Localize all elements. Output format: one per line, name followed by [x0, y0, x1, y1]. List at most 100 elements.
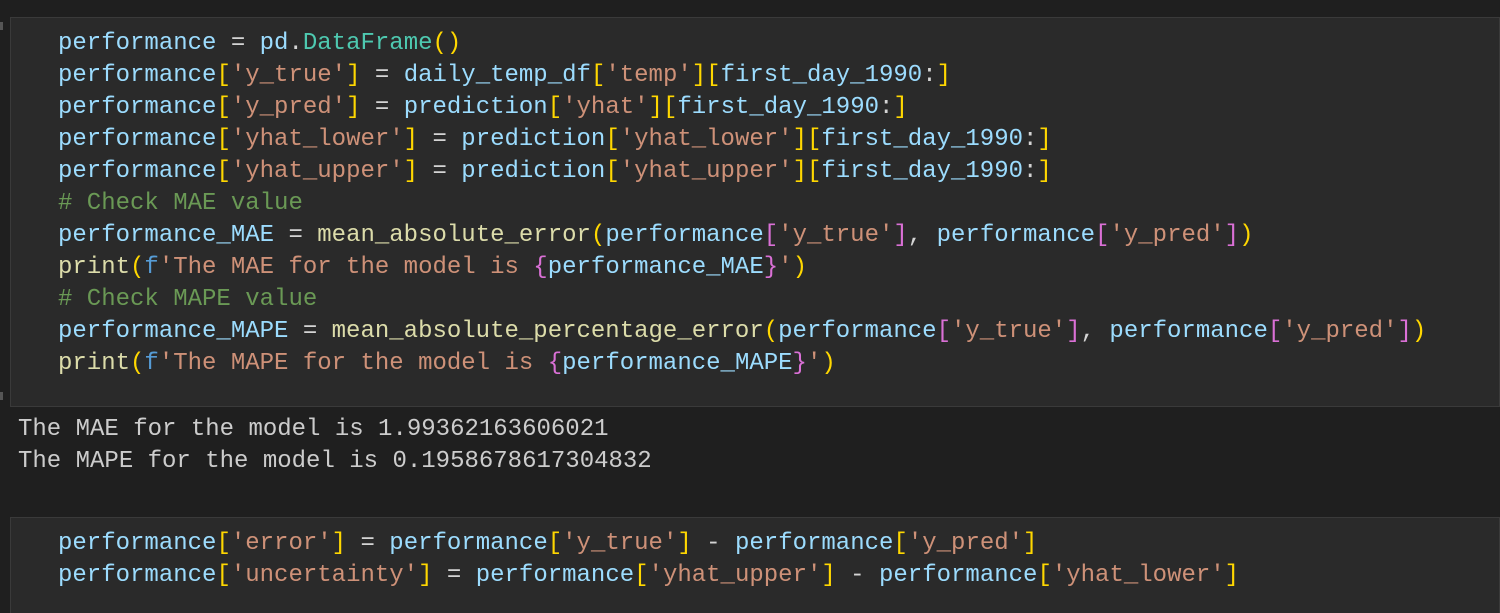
code-token: 'temp'	[605, 62, 692, 89]
code-cell-1-editor[interactable]: performance = pd.DataFrame() performance[…	[58, 28, 1426, 380]
code-token: ]	[893, 222, 908, 249]
code-token: performance	[58, 62, 217, 89]
code-token: 'uncertainty'	[230, 562, 419, 589]
code-token: # Check MAE value	[58, 190, 303, 217]
code-token: =	[346, 530, 390, 557]
code-token: ]	[346, 94, 361, 121]
code-token: }	[763, 254, 779, 281]
code-token: performance	[936, 222, 1096, 249]
code-token: =	[432, 562, 476, 589]
code-token: performance	[475, 562, 635, 589]
code-token: 'yhat_lower'	[619, 126, 793, 153]
code-token: performance	[734, 530, 894, 557]
code-token: [	[1037, 562, 1052, 589]
code-token: performance_MAPE	[58, 318, 289, 345]
code-token: =	[216, 30, 260, 57]
code-token: 'y_true'	[230, 62, 347, 89]
code-line[interactable]: performance_MAPE = mean_absolute_percent…	[58, 316, 1426, 348]
code-token: [	[605, 158, 620, 185]
code-token: )	[792, 254, 807, 281]
code-token: ]	[1066, 318, 1081, 345]
code-token: prediction	[461, 158, 606, 185]
code-token: '	[806, 350, 822, 377]
code-token: ]	[1397, 318, 1412, 345]
code-line[interactable]: performance['y_true'] = daily_temp_df['t…	[58, 60, 1426, 92]
code-token: [	[216, 562, 231, 589]
output-line-mae: The MAE for the model is 1.9936216360602…	[18, 416, 609, 443]
code-token: first_day_1990	[677, 94, 879, 121]
code-line[interactable]: performance['yhat_upper'] = prediction['…	[58, 156, 1426, 188]
code-token: [	[547, 530, 563, 557]
code-token: [	[216, 94, 231, 121]
code-token: performance_MAPE	[562, 350, 793, 377]
code-line[interactable]: performance['yhat_lower'] = prediction['…	[58, 124, 1426, 156]
code-line[interactable]: performance['y_pred'] = prediction['yhat…	[58, 92, 1426, 124]
code-token: performance	[58, 126, 217, 153]
code-token: ][	[792, 158, 822, 185]
code-line[interactable]: performance['uncertainty'] = performance…	[58, 560, 1239, 592]
code-token: first_day_1990	[821, 126, 1024, 153]
code-token: (	[130, 350, 145, 377]
code-token: 'y_true'	[562, 530, 678, 557]
code-token: performance	[1109, 318, 1268, 345]
output-line-mape: The MAPE for the model is 0.195867861730…	[18, 448, 652, 475]
code-token: # Check MAPE value	[58, 286, 318, 313]
code-token: 'y_pred'	[230, 94, 347, 121]
code-token: ]	[1224, 562, 1240, 589]
code-token: =	[288, 318, 332, 345]
code-token: print	[58, 350, 131, 377]
code-token: )	[821, 350, 836, 377]
cell-1-output: The MAE for the model is 1.9936216360602…	[18, 414, 652, 478]
code-line[interactable]: print(f'The MAE for the model is {perfor…	[58, 252, 1426, 284]
code-token: ]	[403, 158, 419, 185]
code-token: =	[418, 158, 462, 185]
code-token: 'yhat'	[562, 94, 649, 121]
code-token: ]	[1224, 222, 1240, 249]
code-token: performance_MAE	[58, 222, 275, 249]
code-token: performance	[58, 94, 217, 121]
code-token: ]	[936, 62, 952, 89]
code-line[interactable]: print(f'The MAPE for the model is {perfo…	[58, 348, 1426, 380]
code-token: performance_MAE	[547, 254, 764, 281]
code-line[interactable]: # Check MAE value	[58, 188, 1426, 220]
code-line[interactable]: performance = pd.DataFrame()	[58, 28, 1426, 60]
code-token: 'The MAPE for the model is	[158, 350, 548, 377]
cell-1-output-marker	[0, 392, 3, 400]
code-token: ()	[432, 30, 462, 57]
code-token: ]	[331, 530, 347, 557]
code-token: [	[590, 62, 606, 89]
code-token: )	[1239, 222, 1254, 249]
code-token: performance	[58, 562, 217, 589]
code-token: ,	[907, 222, 937, 249]
code-token: {	[533, 254, 548, 281]
code-token: :	[1023, 126, 1038, 153]
code-token: 'error'	[230, 530, 332, 557]
code-token: [	[216, 126, 231, 153]
code-token: pd	[259, 30, 289, 57]
code-line[interactable]: # Check MAPE value	[58, 284, 1426, 316]
code-token: 'y_pred'	[907, 530, 1024, 557]
code-token: [	[936, 318, 951, 345]
code-token: [	[763, 222, 779, 249]
code-token: performance	[778, 318, 937, 345]
code-token: ]	[677, 530, 692, 557]
code-token: =	[418, 126, 462, 153]
code-token: performance	[58, 530, 217, 557]
code-token: [	[1095, 222, 1110, 249]
code-token: }	[792, 350, 807, 377]
code-cell-2-editor[interactable]: performance['error'] = performance['y_tr…	[58, 528, 1239, 592]
code-token: :	[1023, 158, 1038, 185]
code-token: -	[835, 562, 879, 589]
code-token: 'yhat_lower'	[1051, 562, 1225, 589]
code-token: performance	[58, 158, 217, 185]
code-token: [	[216, 530, 231, 557]
code-token: ]	[893, 94, 908, 121]
code-token: )	[1411, 318, 1427, 345]
code-token: mean_absolute_error	[317, 222, 591, 249]
code-line[interactable]: performance_MAE = mean_absolute_error(pe…	[58, 220, 1426, 252]
cell-1-gutter-marker	[0, 22, 3, 30]
code-token: ]	[418, 562, 433, 589]
code-line[interactable]: performance['error'] = performance['y_tr…	[58, 528, 1239, 560]
code-token: DataFrame	[302, 30, 433, 57]
code-token: [	[216, 62, 231, 89]
